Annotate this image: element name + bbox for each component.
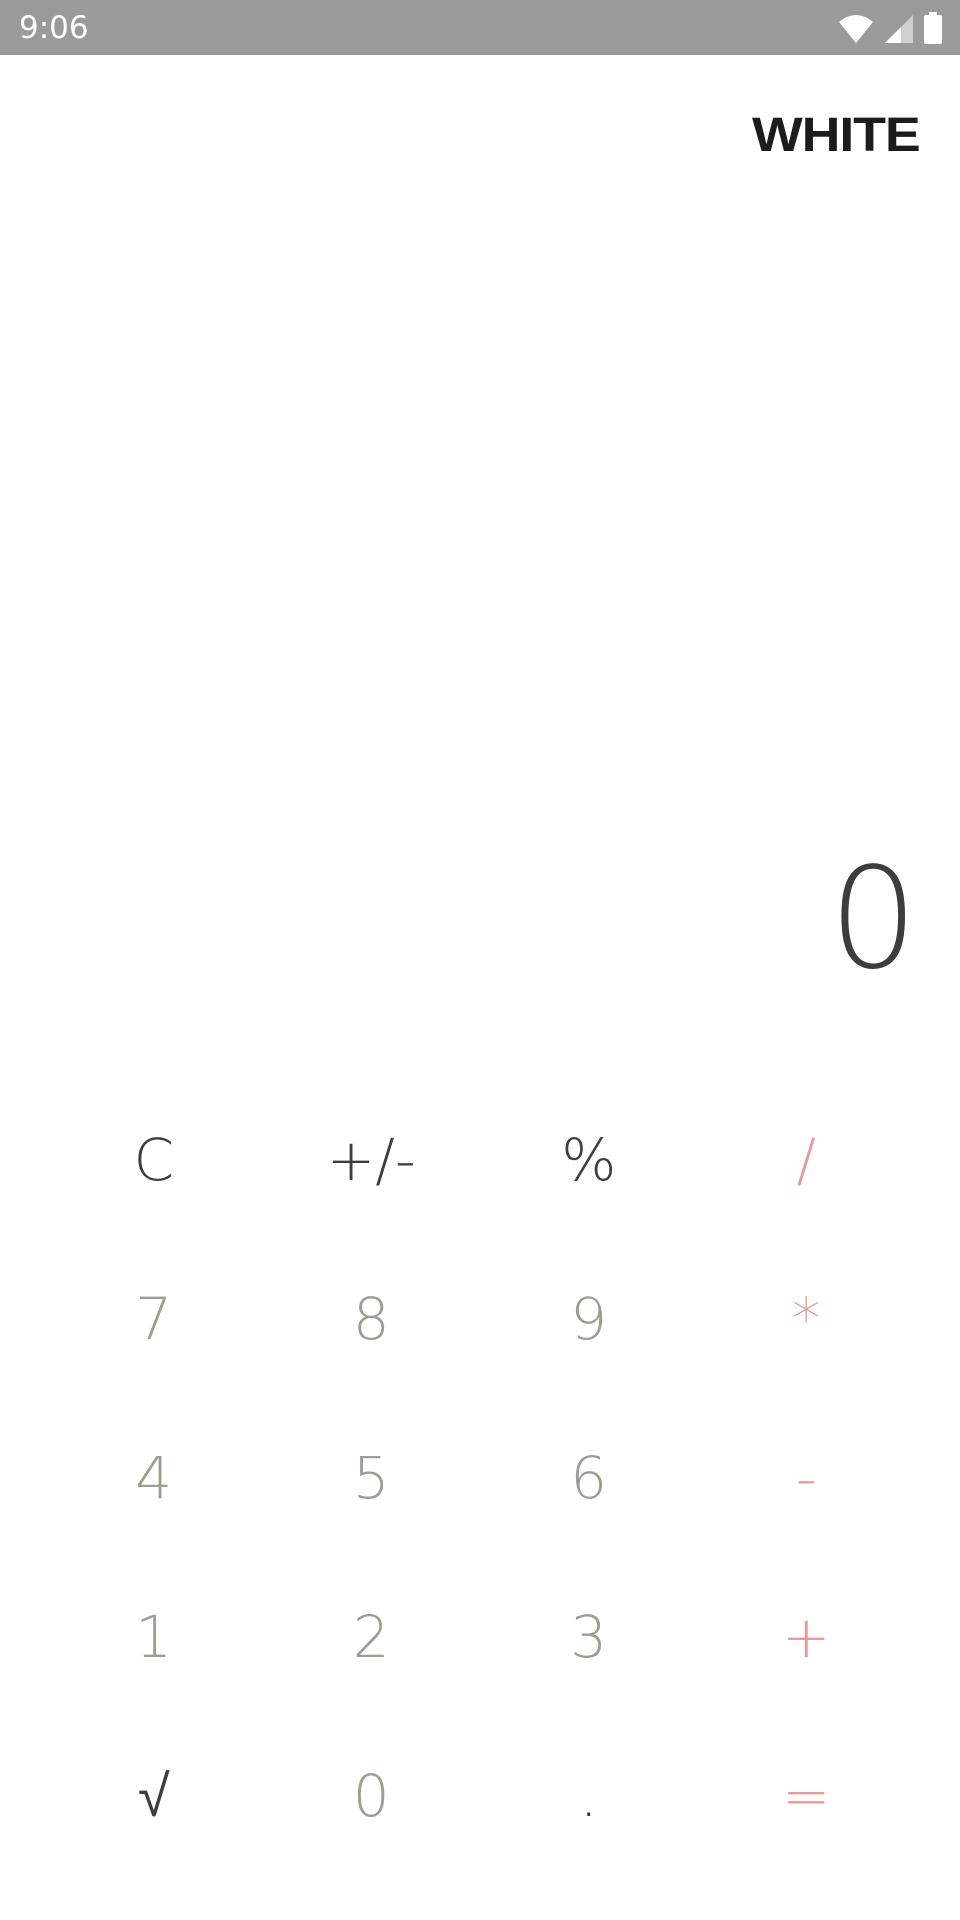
equals-button[interactable]: = bbox=[698, 1716, 916, 1875]
subtract-button[interactable]: - bbox=[698, 1398, 916, 1557]
digit-9-button[interactable]: 9 bbox=[480, 1239, 698, 1398]
result-display: 0 bbox=[828, 838, 918, 1001]
add-button[interactable]: + bbox=[698, 1557, 916, 1716]
status-time: 9:06 bbox=[19, 10, 89, 46]
sign-toggle-button[interactable]: +/- bbox=[263, 1080, 481, 1239]
digit-0-button[interactable]: 0 bbox=[263, 1716, 481, 1875]
percent-button[interactable]: % bbox=[480, 1080, 698, 1239]
multiply-button[interactable]: * bbox=[698, 1239, 916, 1398]
calculator-screen: 9:06 WHITE 0 C +/-%/ 7 8 9 * 4 5 6- 1 2 3… bbox=[0, 0, 960, 1920]
digit-1-button[interactable]: 1 bbox=[45, 1557, 263, 1716]
digit-8-button[interactable]: 8 bbox=[263, 1239, 481, 1398]
digit-3-button[interactable]: 3 bbox=[480, 1557, 698, 1716]
status-bar: 9:06 bbox=[0, 0, 960, 55]
divide-button[interactable]: / bbox=[698, 1080, 916, 1239]
battery-icon bbox=[924, 12, 942, 44]
app-brand-title: WHITE bbox=[752, 109, 921, 162]
keypad: C +/-%/ 7 8 9 * 4 5 6- 1 2 3 + √ 0. = bbox=[45, 1080, 915, 1880]
digit-7-button[interactable]: 7 bbox=[45, 1239, 263, 1398]
digit-4-button[interactable]: 4 bbox=[45, 1398, 263, 1557]
clear-button[interactable]: C bbox=[45, 1080, 263, 1239]
square-root-button[interactable]: √ bbox=[45, 1716, 263, 1875]
decimal-point-button[interactable]: . bbox=[480, 1716, 698, 1875]
digit-6-button[interactable]: 6 bbox=[480, 1398, 698, 1557]
digit-2-button[interactable]: 2 bbox=[263, 1557, 481, 1716]
wifi-icon bbox=[838, 14, 874, 44]
digit-5-button[interactable]: 5 bbox=[263, 1398, 481, 1557]
cellular-signal-icon bbox=[884, 14, 914, 44]
status-icons bbox=[838, 12, 942, 44]
